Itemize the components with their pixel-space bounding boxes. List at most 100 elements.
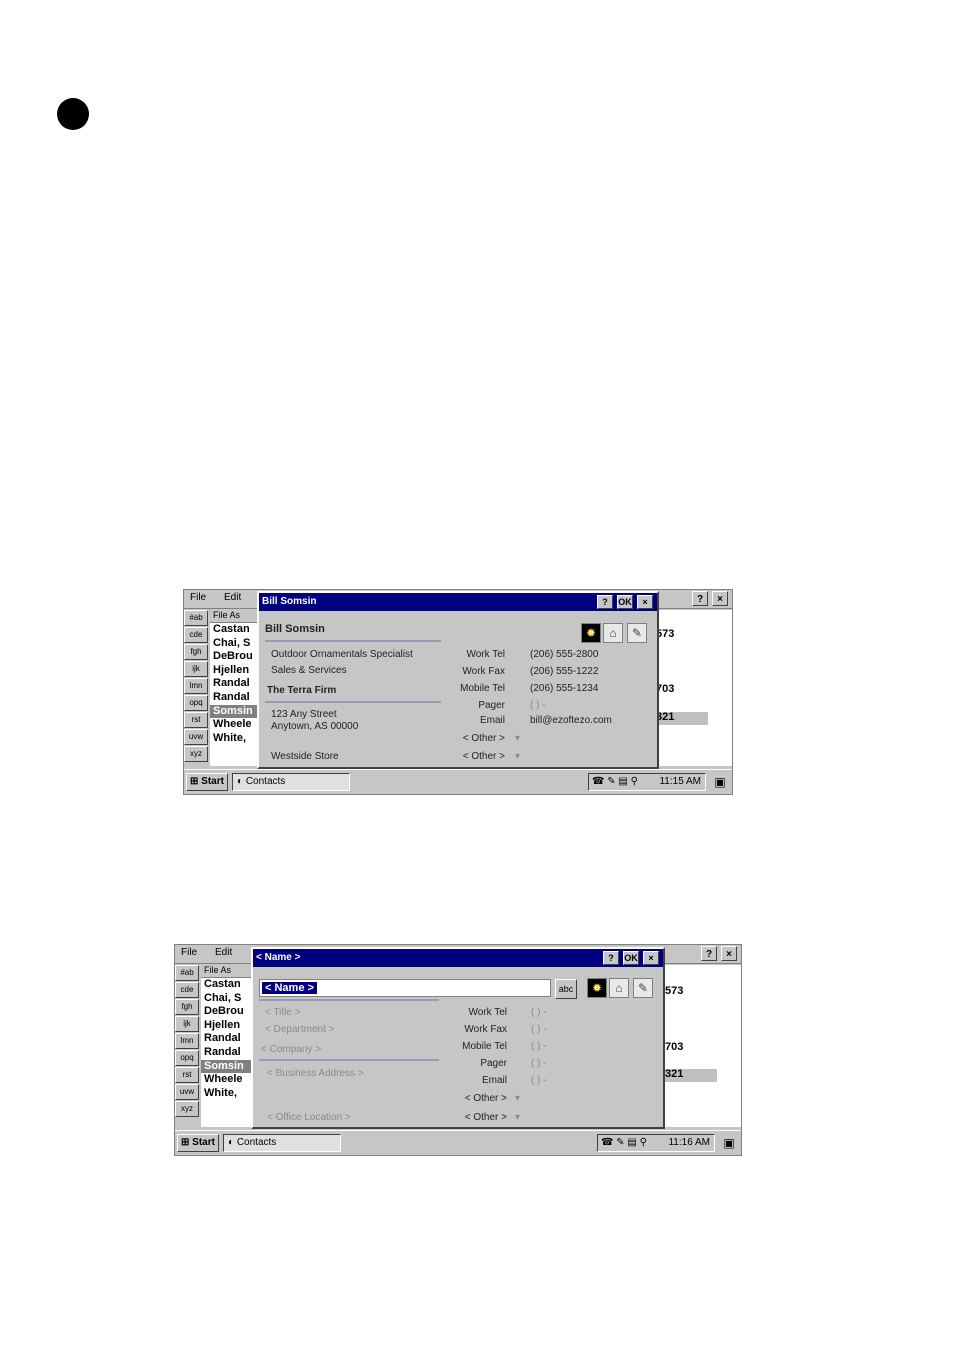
tab-cde[interactable]: cde — [175, 982, 199, 998]
title-field[interactable]: < Title > — [265, 1007, 301, 1018]
index-tabs: #ab cde fgh ijk lmn opq rst uvw xyz — [175, 965, 199, 1127]
office-location[interactable]: Westside Store — [271, 751, 339, 762]
close-button[interactable]: × — [721, 946, 737, 961]
company-field[interactable]: < Company > — [261, 1044, 321, 1055]
tab-ijk[interactable]: ijk — [175, 1016, 199, 1032]
menu-edit[interactable]: Edit — [215, 947, 232, 958]
tray-icons[interactable]: ☎ ✎ ▤ ⚲ — [601, 1135, 647, 1151]
tab-ijk[interactable]: ijk — [184, 661, 208, 677]
business-card-icon[interactable]: ✹ — [581, 623, 601, 643]
taskbar-item-contacts[interactable]: ◐ Contacts — [232, 773, 350, 791]
contact-name: Bill Somsin — [265, 623, 325, 635]
system-tray: ☎ ✎ ▤ ⚲ 11:15 AM — [588, 773, 706, 791]
home-icon[interactable]: ⌂ — [603, 623, 623, 643]
tab-uvw[interactable]: uvw — [175, 1084, 199, 1100]
start-button[interactable]: ⊞ Start — [177, 1134, 219, 1152]
field-label-other[interactable]: < Other > — [463, 751, 505, 762]
taskbar: ⊞ Start ◐ Contacts ☎ ✎ ▤ ⚲ 11:16 AM ▣ — [175, 1130, 741, 1155]
field-label-other[interactable]: < Other > — [465, 1093, 507, 1104]
keyboard-button[interactable]: abc — [555, 979, 577, 999]
notes-icon[interactable]: ✎ — [633, 978, 653, 998]
clock[interactable]: 11:15 AM — [659, 776, 701, 787]
field-label-other[interactable]: < Other > — [465, 1112, 507, 1123]
address-line1[interactable]: 123 Any Street — [271, 709, 337, 720]
chevron-down-icon[interactable]: ▾ — [515, 751, 520, 762]
name-input[interactable]: < Name > — [259, 979, 551, 997]
tab-xyz[interactable]: xyz — [175, 1101, 199, 1117]
tab-lmn[interactable]: lmn — [175, 1033, 199, 1049]
field-label-mobile-tel: Mobile Tel — [462, 1041, 507, 1052]
field-value-work-tel[interactable]: ( ) - — [531, 1007, 547, 1018]
phone-fragment: 703 — [665, 1041, 684, 1053]
tab-uvw[interactable]: uvw — [184, 729, 208, 745]
contacts-icon: ◐ — [228, 1137, 235, 1148]
field-label-work-fax: Work Fax — [462, 666, 505, 677]
home-icon[interactable]: ⌂ — [609, 978, 629, 998]
menu-file[interactable]: File — [190, 592, 206, 603]
dialog-ok-button[interactable]: OK — [623, 951, 639, 965]
contact-company[interactable]: The Terra Firm — [267, 685, 336, 696]
start-button[interactable]: ⊞ Start — [186, 773, 228, 791]
divider — [265, 701, 441, 703]
business-card-icon[interactable]: ✹ — [587, 978, 607, 998]
tab-fgh[interactable]: fgh — [175, 999, 199, 1015]
field-value-email[interactable]: bill@ezoftezo.com — [530, 715, 612, 726]
tab-lmn[interactable]: lmn — [184, 678, 208, 694]
field-value-mobile-tel[interactable]: (206) 555-1234 — [530, 683, 598, 694]
tab-ab[interactable]: #ab — [175, 965, 199, 981]
dialog-help-button[interactable]: ? — [603, 951, 619, 965]
department-field[interactable]: < Department > — [265, 1024, 334, 1035]
tab-ab[interactable]: #ab — [184, 610, 208, 626]
menu-edit[interactable]: Edit — [224, 592, 241, 603]
dialog-ok-button[interactable]: OK — [617, 595, 633, 609]
tab-cde[interactable]: cde — [184, 627, 208, 643]
desktop-icon[interactable]: ▣ — [720, 1134, 738, 1152]
tab-opq[interactable]: opq — [184, 695, 208, 711]
tab-rst[interactable]: rst — [175, 1067, 199, 1083]
taskbar-item-contacts[interactable]: ◐ Contacts — [223, 1134, 341, 1152]
clock[interactable]: 11:16 AM — [668, 1137, 710, 1148]
help-button[interactable]: ? — [692, 591, 708, 606]
contact-edit-dialog: < Name > ? OK × < Name > abc ✹ ⌂ ✎ < Tit… — [251, 947, 665, 1129]
address-line2[interactable]: Anytown, AS 00000 — [271, 721, 358, 732]
tray-icons[interactable]: ☎ ✎ ▤ ⚲ — [592, 774, 638, 790]
field-value-mobile-tel[interactable]: ( ) - — [531, 1041, 547, 1052]
notes-icon[interactable]: ✎ — [627, 623, 647, 643]
close-button[interactable]: × — [712, 591, 728, 606]
tab-xyz[interactable]: xyz — [184, 746, 208, 762]
tab-rst[interactable]: rst — [184, 712, 208, 728]
windows-logo-icon: ⊞ — [190, 776, 199, 787]
field-value-work-fax[interactable]: ( ) - — [531, 1024, 547, 1035]
business-address-field[interactable]: < Business Address > — [267, 1068, 364, 1079]
menu-file[interactable]: File — [181, 947, 197, 958]
desktop-icon[interactable]: ▣ — [711, 773, 729, 791]
system-tray: ☎ ✎ ▤ ⚲ 11:16 AM — [597, 1134, 715, 1152]
help-button[interactable]: ? — [701, 946, 717, 961]
contact-dialog: Bill Somsin ? OK × Bill Somsin Outdoor O… — [257, 591, 659, 769]
phone-fragment: 573 — [665, 985, 684, 997]
field-value-email[interactable]: ( ) - — [531, 1075, 547, 1086]
chevron-down-icon[interactable]: ▾ — [515, 733, 520, 744]
dialog-close-button[interactable]: × — [637, 595, 653, 609]
field-value-work-fax[interactable]: (206) 555-1222 — [530, 666, 598, 677]
contact-department[interactable]: Sales & Services — [271, 665, 347, 676]
bullet-marker — [57, 98, 89, 130]
divider — [259, 999, 439, 1001]
divider — [259, 1059, 439, 1061]
field-value-pager[interactable]: ( ) - — [530, 700, 546, 711]
contact-job-title[interactable]: Outdoor Ornamentals Specialist — [271, 649, 413, 660]
field-value-work-tel[interactable]: (206) 555-2800 — [530, 649, 598, 660]
dialog-help-button[interactable]: ? — [597, 595, 613, 609]
dialog-titlebar: < Name > ? OK × — [253, 949, 663, 967]
taskbar-item-label: Contacts — [245, 776, 286, 787]
office-location-field[interactable]: < Office Location > — [267, 1112, 351, 1123]
dialog-close-button[interactable]: × — [643, 951, 659, 965]
chevron-down-icon[interactable]: ▾ — [515, 1093, 520, 1104]
list-right-column: 573 703 321 — [652, 610, 732, 766]
chevron-down-icon[interactable]: ▾ — [515, 1112, 520, 1123]
tab-fgh[interactable]: fgh — [184, 644, 208, 660]
start-label: Start — [201, 776, 224, 787]
field-value-pager[interactable]: ( ) - — [531, 1058, 547, 1069]
field-label-other[interactable]: < Other > — [463, 733, 505, 744]
tab-opq[interactable]: opq — [175, 1050, 199, 1066]
